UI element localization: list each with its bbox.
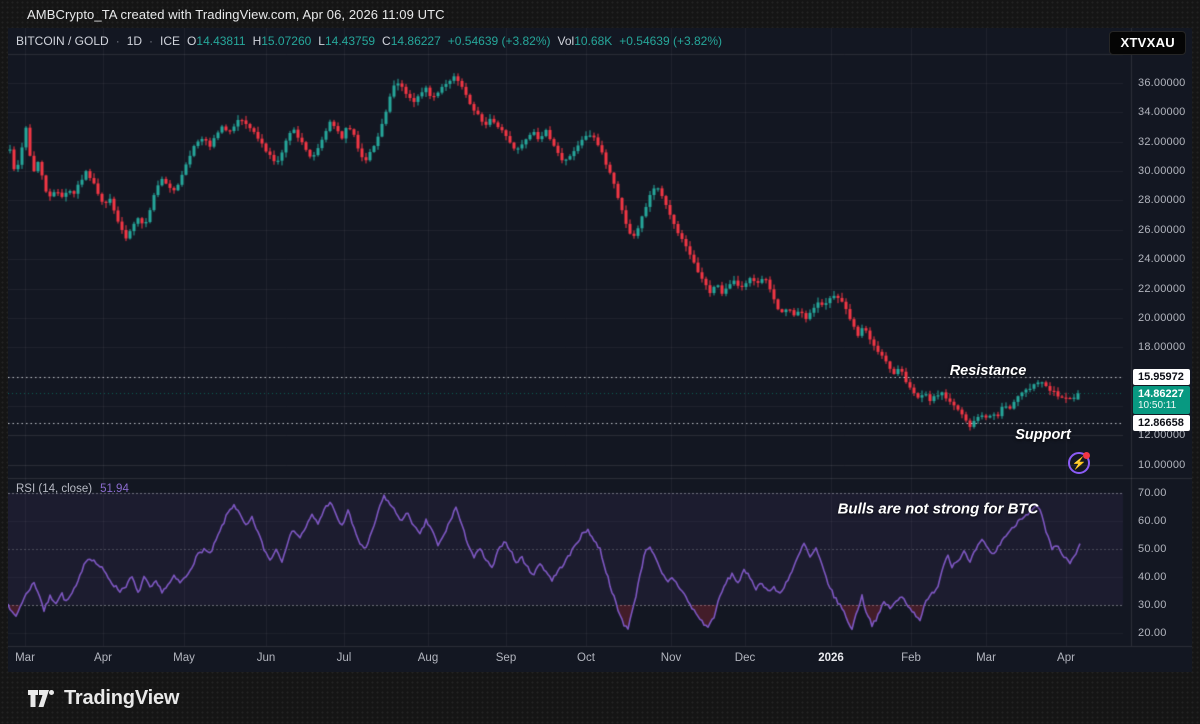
price-scale[interactable]: 36.00000 34.00000 32.00000 30.00000 28.00000… [1131, 28, 1192, 646]
bar-countdown: 10:50:11 [1138, 400, 1190, 412]
rsi-tick: 30.00 [1138, 599, 1167, 611]
symbol-ticker-badge[interactable]: XTVXAU [1109, 31, 1186, 55]
rsi-value: 51.94 [100, 483, 129, 495]
price-tick: 20.00000 [1138, 312, 1185, 324]
current-price-value: 14.86227 [1138, 388, 1190, 400]
rsi-tick: 50.00 [1138, 543, 1167, 555]
resistance-annotation[interactable]: Resistance [950, 363, 1027, 379]
rsi-indicator-legend: RSI (14, close) 51.94 [16, 483, 129, 495]
legend-separator: · [149, 34, 153, 48]
time-axis-label: Dec [735, 652, 755, 664]
price-tick: 30.00000 [1138, 165, 1185, 177]
price-tick: 36.00000 [1138, 77, 1185, 89]
interval-label[interactable]: 1D [127, 34, 142, 48]
price-tick: 22.00000 [1138, 283, 1185, 295]
time-axis-label: Apr [94, 652, 112, 664]
tradingview-wordmark: TradingView [64, 687, 179, 710]
time-axis[interactable]: Mar Apr May Jun Jul Aug Sep Oct Nov Dec 2026 Feb Mar… [8, 646, 1192, 672]
screenshot-root: AMBCrypto_TA created with TradingView.co… [0, 0, 1200, 724]
support-annotation[interactable]: Support [1015, 427, 1071, 443]
price-tick: 26.00000 [1138, 224, 1185, 236]
price-tick: 24.00000 [1138, 253, 1185, 265]
legend-separator: · [116, 34, 120, 48]
ohlc-high: H15.07260 [253, 34, 312, 48]
support-price-label: 12.86658 [1133, 415, 1190, 431]
price-tick: 18.00000 [1138, 341, 1185, 353]
resistance-price-label: 15.95972 [1133, 369, 1190, 385]
volume: Vol10.68K [558, 34, 613, 48]
time-axis-label: Jun [257, 652, 276, 664]
change-value: +0.54639 (+3.82%) [448, 34, 551, 48]
rsi-note-annotation[interactable]: Bulls are not strong for BTC [838, 501, 1039, 518]
flash-ideas-icon[interactable]: ⚡ [1068, 452, 1090, 474]
symbol-title[interactable]: BITCOIN / GOLD [16, 34, 109, 48]
symbol-legend: BITCOIN / GOLD · 1D · ICE O14.43811 H15.… [16, 34, 722, 48]
price-tick: 10.00000 [1138, 459, 1185, 471]
time-axis-label: Sep [496, 652, 516, 664]
tradingview-logo[interactable]: TradingView [28, 687, 179, 710]
tradingview-mark-icon [28, 689, 55, 708]
time-axis-label: Aug [418, 652, 438, 664]
rsi-tick: 40.00 [1138, 571, 1167, 583]
price-tick: 12.00000 [1138, 429, 1185, 441]
time-axis-label: Apr [1057, 652, 1075, 664]
chart-panel: BITCOIN / GOLD · 1D · ICE O14.43811 H15.… [8, 28, 1192, 672]
rsi-tick: 70.00 [1138, 487, 1167, 499]
time-axis-label: May [173, 652, 195, 664]
attribution-text: AMBCrypto_TA created with TradingView.co… [27, 7, 445, 22]
price-tick: 28.00000 [1138, 194, 1185, 206]
price-tick: 34.00000 [1138, 106, 1185, 118]
time-axis-label: Oct [577, 652, 595, 664]
exchange-label: ICE [160, 34, 180, 48]
time-axis-label: Nov [661, 652, 681, 664]
price-tick: 32.00000 [1138, 136, 1185, 148]
ohlc-open: O14.43811 [187, 34, 246, 48]
time-axis-label: Feb [901, 652, 921, 664]
time-axis-label: 2026 [818, 652, 844, 664]
rsi-tick: 60.00 [1138, 515, 1167, 527]
ohlc-low: L14.43759 [318, 34, 375, 48]
time-axis-label: Mar [976, 652, 996, 664]
rsi-title[interactable]: RSI (14, close) [16, 483, 92, 495]
rsi-tick: 20.00 [1138, 627, 1167, 639]
notification-dot [1083, 452, 1090, 459]
chart-canvas[interactable] [8, 28, 1192, 672]
current-price-label: 14.86227 10:50:11 [1133, 386, 1190, 414]
time-axis-label: Jul [337, 652, 352, 664]
change-value-2: +0.54639 (+3.82%) [619, 34, 722, 48]
time-axis-label: Mar [15, 652, 35, 664]
footer-bar: TradingView [0, 672, 1200, 724]
ohlc-close: C14.86227 [382, 34, 441, 48]
